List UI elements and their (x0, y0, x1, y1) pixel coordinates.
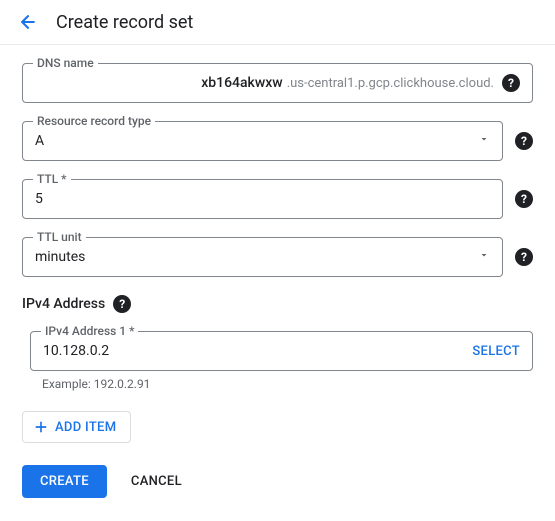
form-content: DNS name xb164akwxw .us-central1.p.gcp.c… (0, 45, 555, 516)
create-button[interactable]: CREATE (22, 465, 107, 498)
dns-name-label: DNS name (33, 56, 98, 70)
select-button[interactable]: SELECT (472, 344, 520, 359)
ttl-unit-value: minutes (35, 249, 470, 265)
ipv4-address-input[interactable] (43, 343, 472, 359)
cancel-button[interactable]: CANCEL (131, 474, 182, 489)
ipv4-example-text: Example: 192.0.2.91 (42, 377, 533, 391)
record-type-label: Resource record type (33, 114, 155, 128)
ttl-input[interactable] (35, 191, 490, 207)
dns-name-value: xb164akwxw .us-central1.p.gcp.clickhouse… (35, 75, 494, 91)
ttl-label: TTL * (33, 172, 71, 186)
record-type-field[interactable]: Resource record type A (22, 121, 503, 161)
ipv4-title-text: IPv4 Address (22, 296, 105, 312)
back-button[interactable] (16, 10, 40, 34)
help-icon[interactable]: ? (515, 248, 533, 266)
ipv4-address-label: IPv4 Address 1 * (41, 324, 138, 338)
add-item-button[interactable]: ADD ITEM (22, 411, 131, 443)
page-header: Create record set (0, 0, 555, 45)
dns-name-field[interactable]: DNS name xb164akwxw .us-central1.p.gcp.c… (22, 63, 533, 103)
dns-suffix: .us-central1.p.gcp.clickhouse.cloud. (287, 76, 494, 91)
button-row: CREATE CANCEL (22, 465, 533, 498)
plus-icon (33, 419, 49, 435)
page-title: Create record set (56, 12, 193, 33)
ipv4-address-field[interactable]: IPv4 Address 1 * SELECT (30, 331, 533, 371)
ipv4-section-title: IPv4 Address ? (22, 295, 533, 313)
add-item-label: ADD ITEM (55, 420, 116, 435)
help-icon[interactable]: ? (113, 295, 131, 313)
chevron-down-icon (478, 249, 490, 265)
arrow-left-icon (18, 12, 38, 32)
ttl-field[interactable]: TTL * (22, 179, 503, 219)
ttl-unit-label: TTL unit (33, 230, 86, 244)
help-icon[interactable]: ? (515, 132, 533, 150)
help-icon[interactable]: ? (502, 74, 520, 92)
chevron-down-icon (478, 133, 490, 149)
record-type-row: Resource record type A ? (22, 121, 533, 161)
ipv4-section: IPv4 Address 1 * SELECT Example: 192.0.2… (30, 331, 533, 391)
ipv4-address-row: IPv4 Address 1 * SELECT (30, 331, 533, 371)
help-icon[interactable]: ? (515, 190, 533, 208)
ttl-unit-field[interactable]: TTL unit minutes (22, 237, 503, 277)
dns-prefix: xb164akwxw (201, 75, 282, 91)
ttl-row: TTL * ? (22, 179, 533, 219)
ttl-unit-row: TTL unit minutes ? (22, 237, 533, 277)
record-type-value: A (35, 133, 470, 149)
dns-name-row: DNS name xb164akwxw .us-central1.p.gcp.c… (22, 63, 533, 103)
